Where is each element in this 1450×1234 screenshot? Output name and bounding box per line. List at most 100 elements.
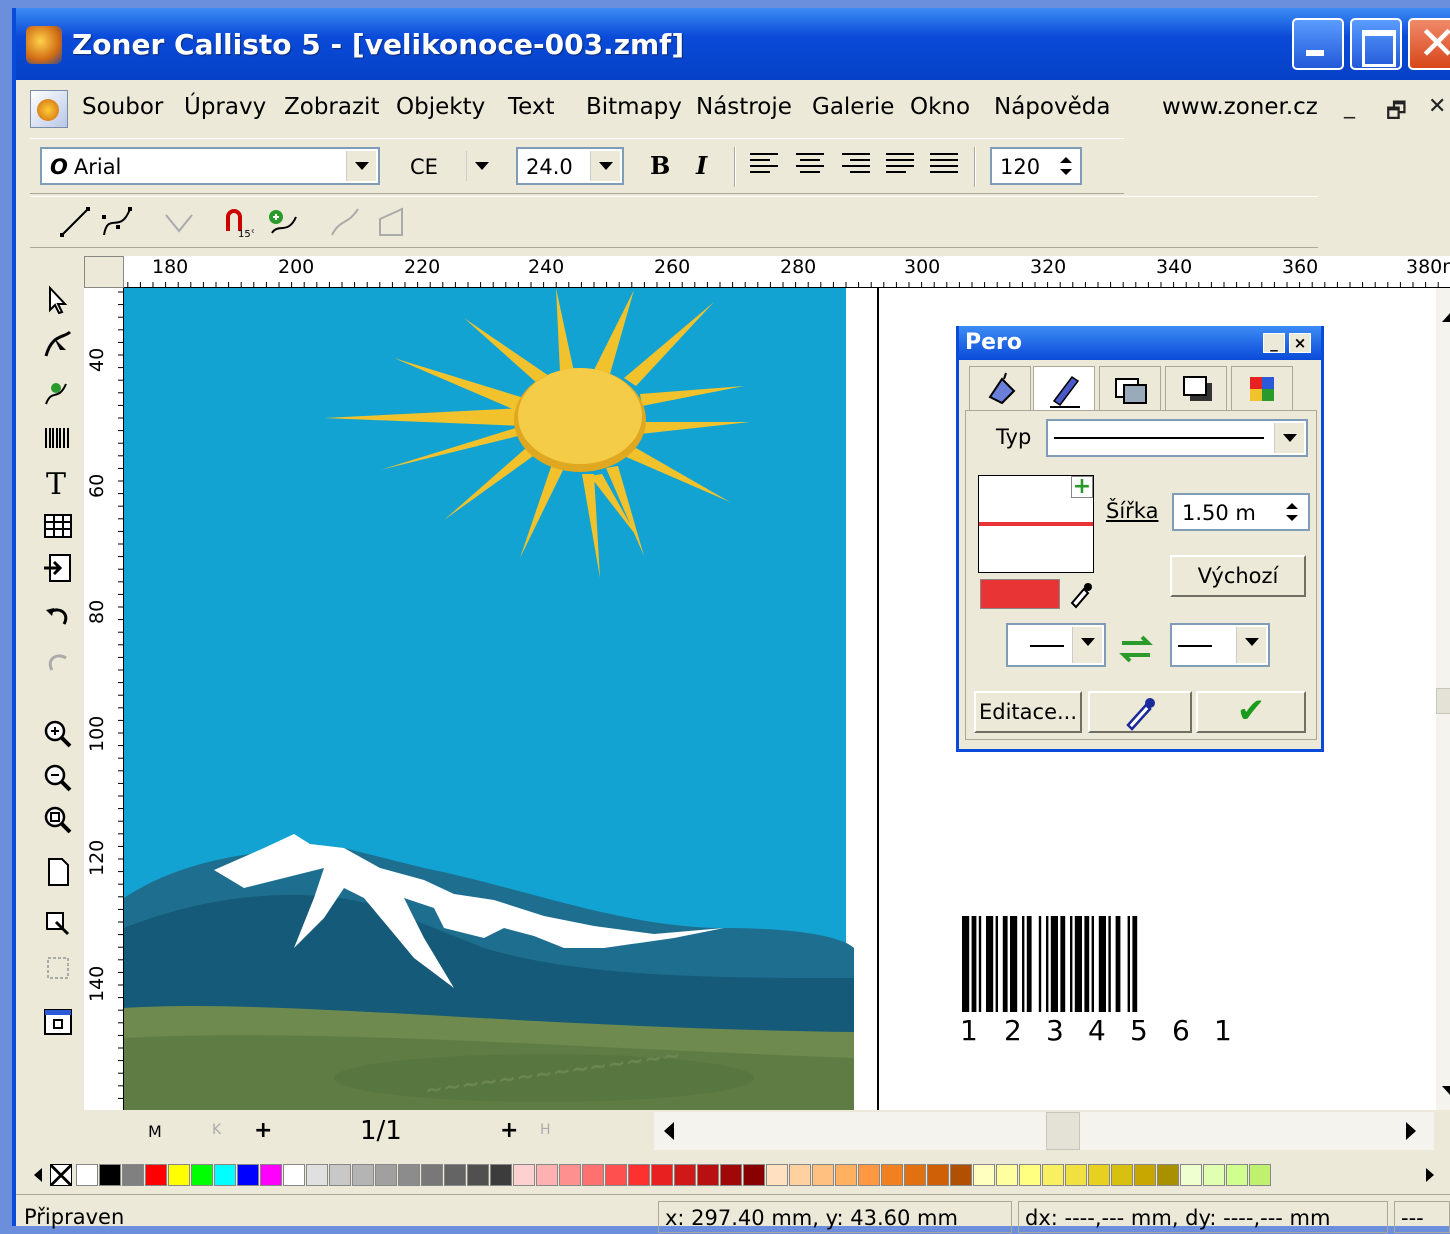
mdi-close-button[interactable]: ✕ [1428,94,1446,119]
menu-upravy[interactable]: Úpravy [184,94,266,120]
color-swatch[interactable] [858,1164,880,1186]
color-swatch[interactable] [444,1164,466,1186]
prev-page-button[interactable]: + [254,1118,272,1143]
freehand-icon[interactable] [42,378,74,410]
vertical-ruler[interactable]: 40 60 80 100 120 140 [84,288,124,1110]
menu-okno[interactable]: Okno [910,94,970,120]
color-swatch[interactable] [743,1164,765,1186]
color-swatch[interactable] [237,1164,259,1186]
color-swatch[interactable] [559,1164,581,1186]
color-swatch[interactable] [168,1164,190,1186]
chevron-down-icon[interactable] [590,151,620,181]
spinner-icon[interactable] [1056,149,1076,183]
select-arrow-icon[interactable] [42,284,74,316]
barcode[interactable] [962,916,1138,1012]
spinner-icon[interactable] [1282,495,1302,529]
align-justify-icon[interactable] [886,153,914,179]
color-swatch[interactable] [927,1164,949,1186]
next-page-button[interactable]: + [500,1118,518,1143]
color-swatch[interactable] [1134,1164,1156,1186]
color-swatch[interactable] [1203,1164,1225,1186]
hscroll-track[interactable] [654,1112,1434,1150]
color-swatch[interactable] [1180,1164,1202,1186]
undo-icon[interactable] [42,602,74,634]
node-edit-icon[interactable] [42,328,74,360]
color-swatch[interactable] [375,1164,397,1186]
start-cap-select[interactable] [1006,623,1106,667]
menu-text[interactable]: Text [508,94,555,120]
line-tool-icon[interactable] [58,205,92,239]
angle-snap-icon[interactable]: 15° [220,205,254,239]
chevron-down-icon[interactable] [1236,627,1266,663]
color-swatch[interactable] [605,1164,627,1186]
barcode-tool-icon[interactable] [42,422,74,454]
width-field[interactable]: 1.50 m [1172,493,1310,531]
color-swatch[interactable] [398,1164,420,1186]
website-link[interactable]: www.zoner.cz [1162,94,1318,120]
tab-transparency[interactable] [1099,366,1161,410]
bold-button[interactable]: B [650,151,670,180]
color-swatch[interactable] [835,1164,857,1186]
tab-shadow[interactable] [1165,366,1227,410]
title-bar[interactable]: Zoner Callisto 5 - [velikonoce-003.zmf] … [16,8,1450,80]
color-swatch[interactable] [904,1164,926,1186]
panel-close-button[interactable]: × [1289,333,1311,353]
color-swatch[interactable] [789,1164,811,1186]
chevron-down-icon[interactable] [346,151,376,181]
color-swatch[interactable] [306,1164,328,1186]
zoom-fit-icon[interactable] [42,804,74,836]
color-swatch[interactable] [145,1164,167,1186]
apply-button[interactable]: ✔ [1196,691,1306,733]
color-swatch[interactable] [329,1164,351,1186]
color-swatch[interactable] [950,1164,972,1186]
master-page-button[interactable]: M [148,1122,162,1141]
document-icon[interactable] [30,90,68,128]
color-swatch[interactable] [1065,1164,1087,1186]
tab-pen[interactable] [1033,366,1095,414]
color-swatch[interactable] [628,1164,650,1186]
window-icon[interactable] [42,1006,74,1038]
pen-color-swatch[interactable] [980,579,1060,609]
mdi-minimize-button[interactable]: _ [1344,94,1355,119]
menu-zobrazit[interactable]: Zobrazit [284,94,379,120]
color-swatch[interactable] [513,1164,535,1186]
redo-icon[interactable] [42,648,74,680]
color-swatch[interactable] [490,1164,512,1186]
scroll-thumb[interactable] [1436,688,1450,714]
add-node-icon[interactable] [266,205,300,239]
menu-bitmapy[interactable]: Bitmapy [586,94,682,120]
color-swatch[interactable] [76,1164,98,1186]
transform-icon[interactable] [42,908,74,940]
pen-panel-titlebar[interactable]: Pero _ × [959,326,1321,360]
font-select[interactable]: O Arial [40,147,380,185]
color-swatch[interactable] [536,1164,558,1186]
scroll-right-icon[interactable] [1406,1122,1416,1140]
color-swatch[interactable] [260,1164,282,1186]
default-button[interactable]: Výchozí [1170,555,1306,597]
palette-right-icon[interactable] [1426,1168,1434,1182]
align-right-icon[interactable] [842,153,870,179]
color-swatch[interactable] [1157,1164,1179,1186]
zoom-in-icon[interactable] [42,718,74,750]
color-swatch[interactable] [214,1164,236,1186]
vertical-scrollbar[interactable] [1436,288,1450,1110]
smooth-node-icon[interactable] [328,205,362,239]
palette-left-icon[interactable] [34,1168,42,1182]
color-swatch[interactable] [973,1164,995,1186]
color-swatch[interactable] [1111,1164,1133,1186]
chevron-down-icon[interactable] [466,151,496,181]
color-swatch[interactable] [674,1164,696,1186]
swap-icon[interactable] [1118,631,1154,667]
tab-colors[interactable] [1231,366,1293,410]
chevron-down-icon[interactable] [1274,423,1304,453]
color-swatch[interactable] [467,1164,489,1186]
italic-button[interactable]: I [696,151,707,180]
curve-tool-icon[interactable] [100,205,134,239]
color-swatch[interactable] [812,1164,834,1186]
color-swatch[interactable] [881,1164,903,1186]
color-swatch[interactable] [582,1164,604,1186]
eyedropper-icon[interactable] [1066,579,1094,609]
color-swatch[interactable] [191,1164,213,1186]
menu-objekty[interactable]: Objekty [396,94,485,120]
color-swatch[interactable] [1249,1164,1271,1186]
